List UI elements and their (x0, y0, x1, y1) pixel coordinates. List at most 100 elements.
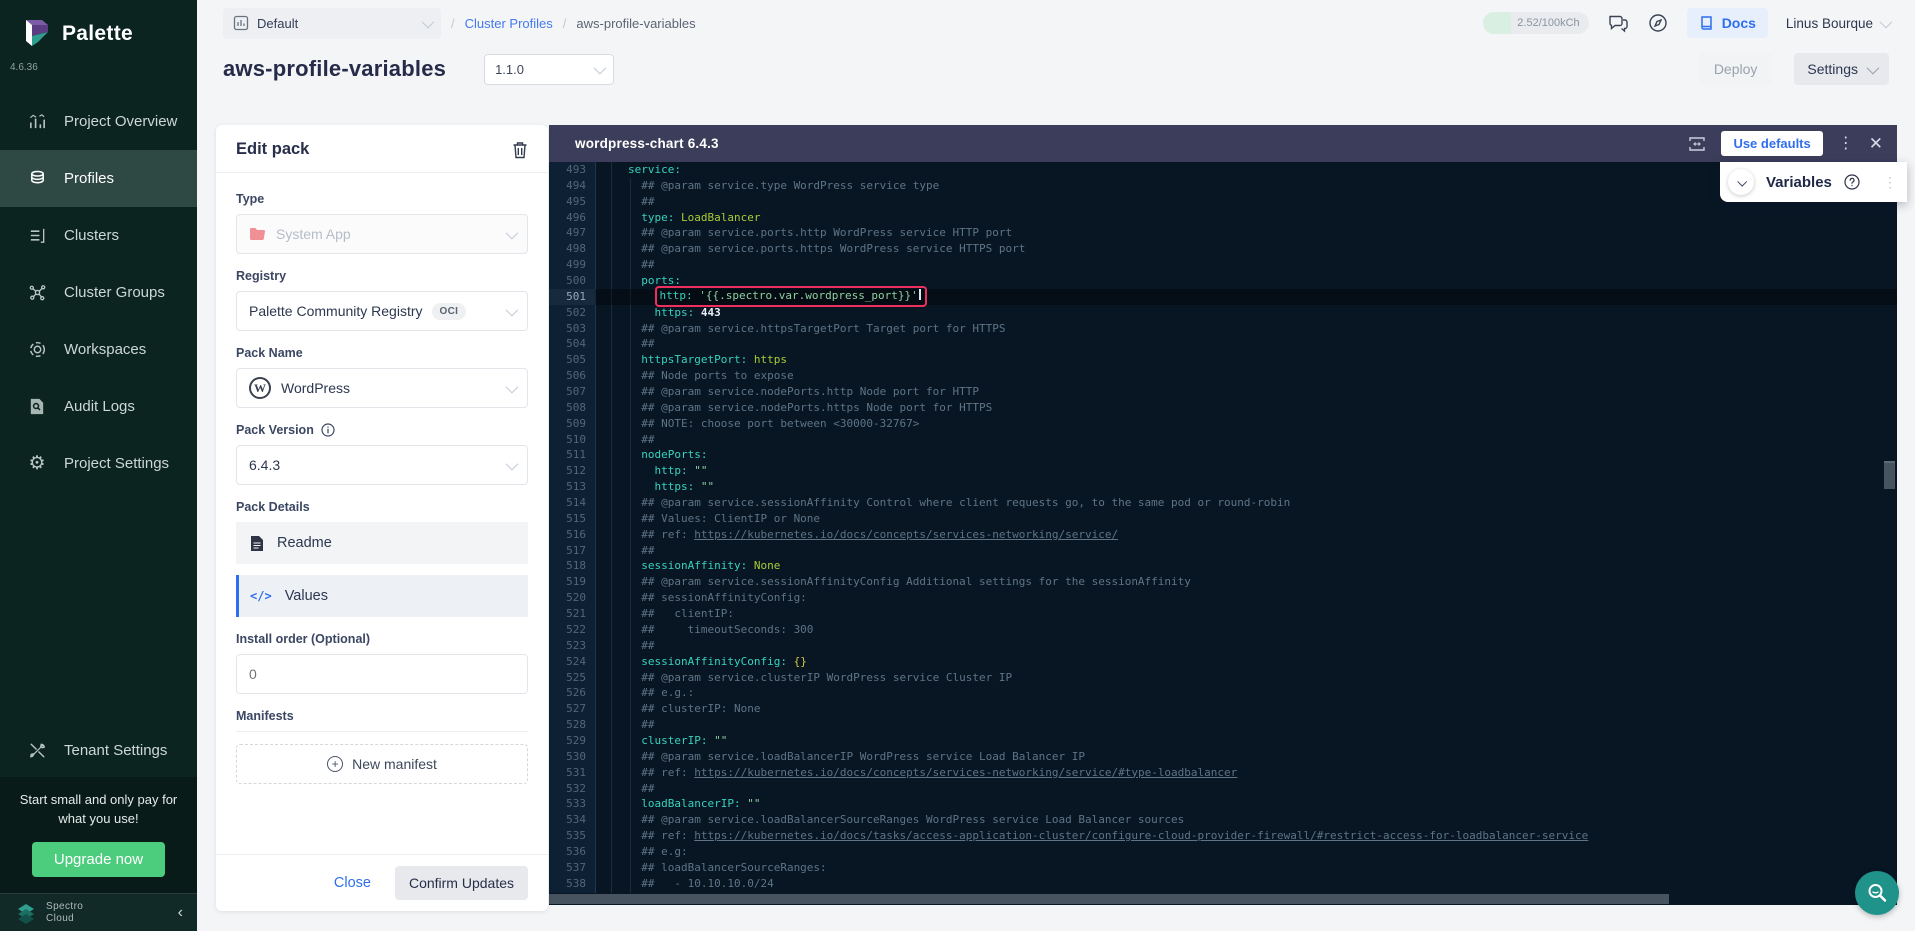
code-line[interactable]: 495 ## (549, 194, 1897, 210)
sidebar-item-project-overview[interactable]: Project Overview (0, 93, 197, 150)
code-line[interactable]: 503 ## @param service.httpsTargetPort Ta… (549, 321, 1897, 337)
code-line[interactable]: 526 ## e.g.: (549, 685, 1897, 701)
profile-version-select[interactable]: 1.1.0 (484, 54, 614, 85)
sidebar-item-tenant-settings[interactable]: Tenant Settings (0, 723, 197, 777)
pack-name-select[interactable]: W WordPress (236, 368, 528, 408)
code-line[interactable]: 538 ## - 10.10.10.0/24 (549, 876, 1897, 892)
breadcrumb-cluster-profiles[interactable]: Cluster Profiles (465, 16, 553, 31)
values-tab[interactable]: </> Values (236, 575, 528, 617)
code-line[interactable]: 524 sessionAffinityConfig: {} (549, 654, 1897, 670)
code-line[interactable]: 525 ## @param service.clusterIP WordPres… (549, 670, 1897, 686)
deploy-button[interactable]: Deploy (1699, 53, 1773, 85)
code-line[interactable]: 516 ## ref: https://kubernetes.io/docs/c… (549, 527, 1897, 543)
line-number: 518 (549, 558, 595, 574)
code-line[interactable]: 530 ## @param service.loadBalancerIP Wor… (549, 749, 1897, 765)
vertical-scrollbar-thumb[interactable] (1884, 461, 1895, 489)
code-line[interactable]: 515 ## Values: ClientIP or None (549, 511, 1897, 527)
variable-highlight-box[interactable]: http: '{{.spectro.var.wordpress_port}}' (655, 286, 927, 307)
line-number: 498 (549, 241, 595, 257)
code-text: ## loadBalancerSourceRanges: (611, 860, 827, 876)
use-defaults-button[interactable]: Use defaults (1721, 131, 1822, 156)
chat-icon[interactable] (1607, 12, 1629, 34)
code-line[interactable]: 519 ## @param service.sessionAffinityCon… (549, 574, 1897, 590)
code-line[interactable]: 501 http: '{{.spectro.var.wordpress_port… (549, 289, 1897, 305)
line-number: 504 (549, 336, 595, 352)
registry-select[interactable]: Palette Community Registry OCI (236, 291, 528, 331)
code-line[interactable]: 534 ## @param service.loadBalancerSource… (549, 812, 1897, 828)
code-line[interactable]: 532 ## (549, 781, 1897, 797)
code-line[interactable]: 507 ## @param service.nodePorts.http Nod… (549, 384, 1897, 400)
code-line[interactable]: 493service: (549, 162, 1897, 178)
code-line[interactable]: 505 httpsTargetPort: https (549, 352, 1897, 368)
settings-button[interactable]: Settings (1794, 53, 1889, 85)
plus-icon: + (327, 756, 343, 772)
variables-help-icon[interactable] (1844, 174, 1860, 190)
code-line[interactable]: 521 ## clientIP: (549, 606, 1897, 622)
editor-close-icon[interactable]: ✕ (1869, 135, 1883, 152)
sidebar-item-cluster-groups[interactable]: Cluster Groups (0, 264, 197, 321)
sidebar-item-project-settings[interactable]: ⚙ Project Settings (0, 435, 197, 492)
code-line[interactable]: 517 ## (549, 543, 1897, 559)
code-line[interactable]: 502 https: 443 (549, 305, 1897, 321)
code-text: sessionAffinityConfig: {} (611, 654, 807, 670)
project-scope-select[interactable]: Default (223, 8, 441, 39)
variables-collapse-button[interactable] (1728, 169, 1754, 195)
code-line[interactable]: 528 ## (549, 717, 1897, 733)
sidebar-item-audit-logs[interactable]: Audit Logs (0, 378, 197, 435)
pack-version-select[interactable]: 6.4.3 (236, 445, 528, 485)
collapse-sidebar-icon[interactable]: ‹ (178, 904, 183, 922)
brand: Palette (0, 0, 197, 52)
document-icon (250, 535, 264, 552)
new-manifest-button[interactable]: + New manifest (236, 744, 528, 784)
code-line[interactable]: 496 type: LoadBalancer (549, 210, 1897, 226)
docs-button[interactable]: Docs (1687, 8, 1768, 38)
readme-tab[interactable]: Readme (236, 522, 528, 564)
code-line[interactable]: 514 ## @param service.sessionAffinity Co… (549, 495, 1897, 511)
editor-menu-icon[interactable]: ⋮ (1838, 136, 1854, 152)
code-line[interactable]: 498 ## @param service.ports.https WordPr… (549, 241, 1897, 257)
close-button[interactable]: Close (334, 875, 371, 891)
delete-pack-icon[interactable] (512, 141, 528, 159)
expand-editor-icon[interactable] (1688, 136, 1706, 152)
sidebar-nav: Project Overview Profiles Clusters (0, 93, 197, 492)
variables-menu-icon[interactable]: ⋮ (1883, 175, 1897, 189)
fold-gutter (595, 463, 611, 479)
help-compass-icon[interactable] (1647, 12, 1669, 34)
code-line[interactable]: 506 ## Node ports to expose (549, 368, 1897, 384)
code-line[interactable]: 522 ## timeoutSeconds: 300 (549, 622, 1897, 638)
install-order-input[interactable] (236, 654, 528, 694)
code-line[interactable]: 520 ## sessionAffinityConfig: (549, 590, 1897, 606)
code-line[interactable]: 508 ## @param service.nodePorts.https No… (549, 400, 1897, 416)
code-line[interactable]: 499 ## (549, 257, 1897, 273)
code-line[interactable]: 512 http: "" (549, 463, 1897, 479)
code-line[interactable]: 527 ## clusterIP: None (549, 701, 1897, 717)
sidebar-item-clusters[interactable]: Clusters (0, 207, 197, 264)
code-line[interactable]: 523 ## (549, 638, 1897, 654)
pack-version-value: 6.4.3 (249, 457, 280, 473)
code-line[interactable]: 529 clusterIP: "" (549, 733, 1897, 749)
info-icon[interactable] (321, 423, 335, 437)
sidebar-item-profiles[interactable]: Profiles (0, 150, 197, 207)
support-search-fab[interactable] (1855, 871, 1899, 915)
code-line[interactable]: 531 ## ref: https://kubernetes.io/docs/c… (549, 765, 1897, 781)
code-line[interactable]: 509 ## NOTE: choose port between <30000-… (549, 416, 1897, 432)
code-line[interactable]: 504 ## (549, 336, 1897, 352)
confirm-updates-button[interactable]: Confirm Updates (395, 866, 528, 900)
code-line[interactable]: 518 sessionAffinity: None (549, 558, 1897, 574)
code-line[interactable]: 537 ## loadBalancerSourceRanges: (549, 860, 1897, 876)
code-area[interactable]: 493service:494 ## @param service.type Wo… (549, 162, 1897, 893)
upgrade-now-button[interactable]: Upgrade now (32, 842, 165, 877)
edit-pack-footer: Close Confirm Updates (216, 854, 548, 911)
fold-gutter (595, 321, 611, 337)
code-line[interactable]: 510 ## (549, 432, 1897, 448)
horizontal-scrollbar-thumb[interactable] (549, 894, 1669, 904)
code-line[interactable]: 535 ## ref: https://kubernetes.io/docs/t… (549, 828, 1897, 844)
code-line[interactable]: 511 nodePorts: (549, 447, 1897, 463)
code-line[interactable]: 533 loadBalancerIP: "" (549, 796, 1897, 812)
sidebar-item-workspaces[interactable]: Workspaces (0, 321, 197, 378)
code-line[interactable]: 513 https: "" (549, 479, 1897, 495)
code-line[interactable]: 536 ## e.g: (549, 844, 1897, 860)
code-line[interactable]: 497 ## @param service.ports.http WordPre… (549, 225, 1897, 241)
code-line[interactable]: 494 ## @param service.type WordPress ser… (549, 178, 1897, 194)
user-menu[interactable]: Linus Bourque (1786, 16, 1889, 31)
